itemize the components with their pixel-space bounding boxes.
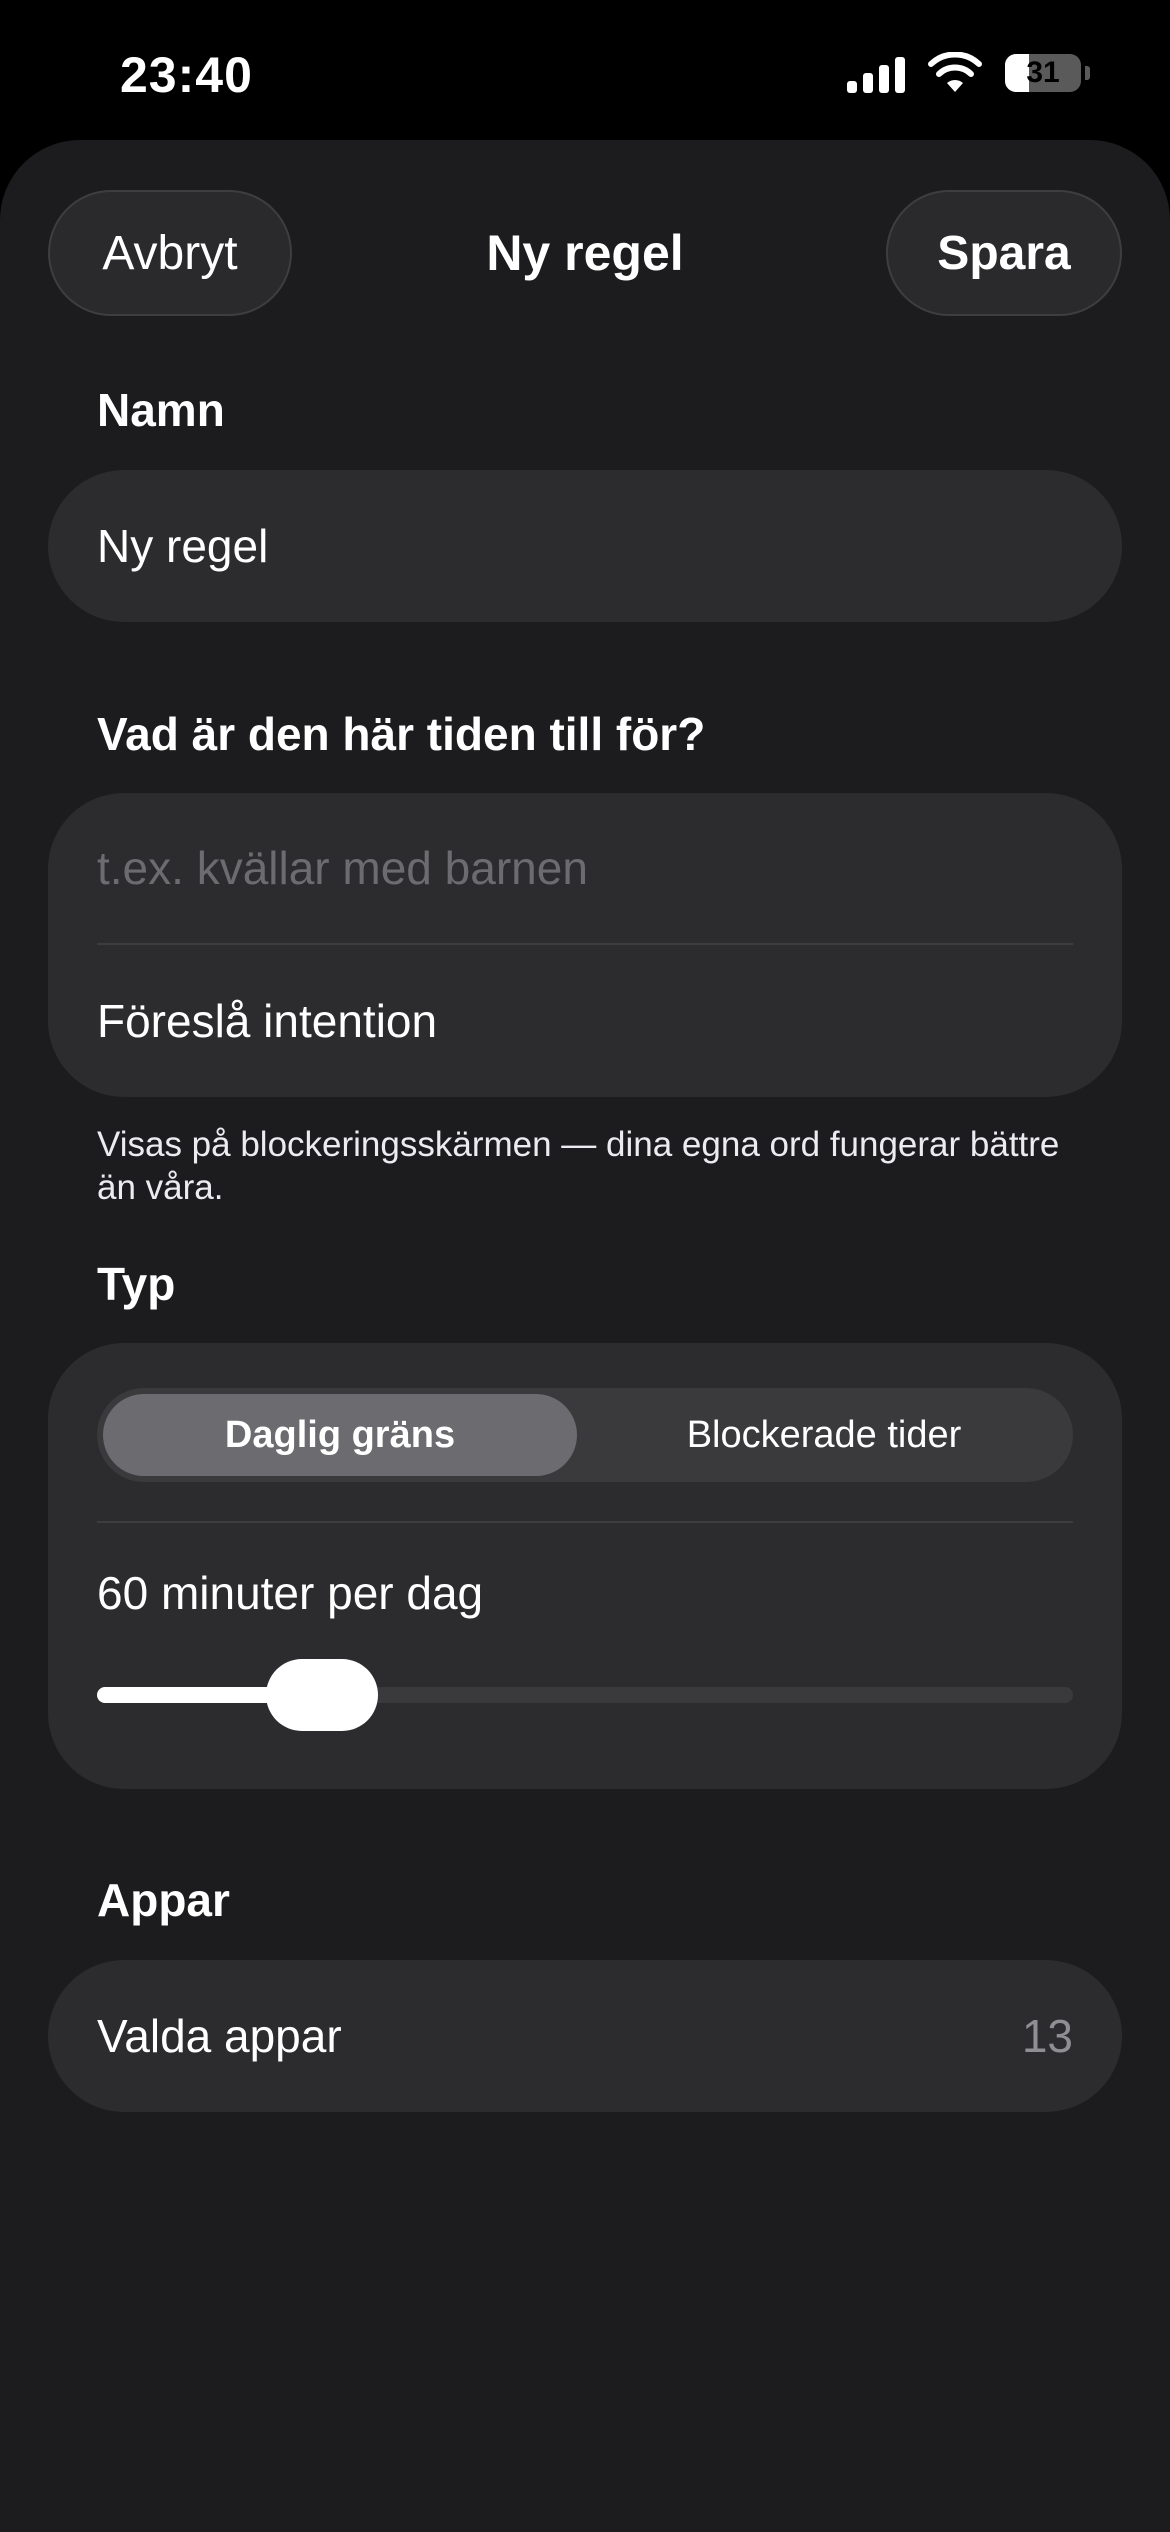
name-section-label: Namn xyxy=(97,384,225,436)
status-bar: 23:40 31 xyxy=(0,0,1170,140)
name-field[interactable]: Ny regel xyxy=(97,470,1073,622)
limit-text: 60 minuter per dag xyxy=(97,1567,484,1619)
status-time: 23:40 xyxy=(120,47,253,103)
save-button[interactable]: Spara xyxy=(886,190,1122,316)
name-card: Ny regel xyxy=(48,470,1122,622)
apps-card: Valda appar 13 xyxy=(48,1960,1122,2112)
type-card: Daglig gräns Blockerade tider 60 minuter… xyxy=(48,1343,1122,1789)
apps-section-label: Appar xyxy=(97,1874,230,1926)
suggest-intention-button[interactable]: Föreslå intention xyxy=(97,945,1073,1097)
selected-apps-label: Valda appar xyxy=(97,2010,342,2062)
battery-icon: 31 xyxy=(1005,54,1081,92)
intention-footnote: Visas på blockeringsskärmen — dina egna … xyxy=(97,1125,1060,1207)
selected-apps-count: 13 xyxy=(1021,2010,1073,2062)
signal-icon xyxy=(847,53,905,93)
wifi-icon xyxy=(928,52,982,92)
limit-slider-thumb[interactable] xyxy=(266,1659,379,1731)
type-section-label: Typ xyxy=(97,1258,176,1310)
status-icons: 31 xyxy=(847,52,1090,94)
intention-input[interactable]: t.ex. kvällar med barnen xyxy=(97,793,1073,943)
rule-sheet: Avbryt Ny regel Spara Namn Ny regel Vad … xyxy=(0,140,1170,2532)
limit-slider-track[interactable] xyxy=(97,1687,1073,1703)
intention-section-label: Vad är den här tiden till för? xyxy=(97,708,706,760)
segment-blocked-times[interactable]: Blockerade tider xyxy=(581,1394,1067,1476)
type-divider xyxy=(97,1521,1073,1523)
battery-tip xyxy=(1085,66,1090,80)
battery-level: 31 xyxy=(1026,56,1060,89)
segment-daily-limit[interactable]: Daglig gräns xyxy=(103,1394,577,1476)
selected-apps-row[interactable]: Valda appar 13 xyxy=(97,1960,1073,2112)
intention-card: t.ex. kvällar med barnen Föreslå intenti… xyxy=(48,793,1122,1097)
type-segmented-control: Daglig gräns Blockerade tider xyxy=(97,1388,1073,1482)
